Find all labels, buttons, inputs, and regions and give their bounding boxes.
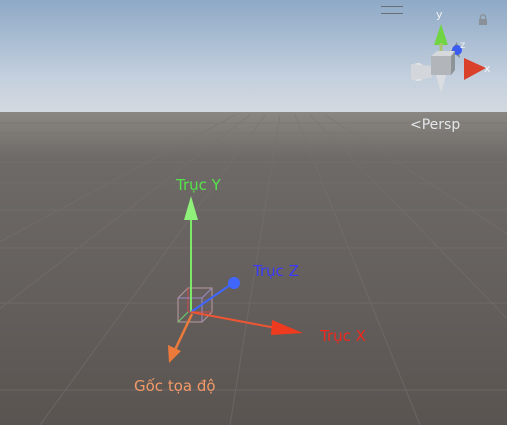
scene-viewport[interactable] [0, 0, 507, 425]
origin-cube [177, 287, 213, 323]
axis-y-label: Trục Y [176, 176, 221, 194]
lock-icon[interactable] [478, 14, 488, 26]
projection-label: Persp [421, 117, 461, 133]
projection-toggle[interactable]: <Persp [410, 117, 460, 133]
chevron-left-icon: < [410, 117, 422, 133]
origin-label: Gốc tọa độ [134, 377, 216, 395]
gizmo-y-label: y [436, 8, 443, 21]
axis-x-label: Trục X [320, 327, 366, 345]
gizmo-x-label: x [484, 62, 491, 75]
menu-icon[interactable] [381, 6, 403, 14]
axis-z-label: Trục Z [253, 262, 299, 280]
gizmo-z-label: z [460, 40, 466, 51]
